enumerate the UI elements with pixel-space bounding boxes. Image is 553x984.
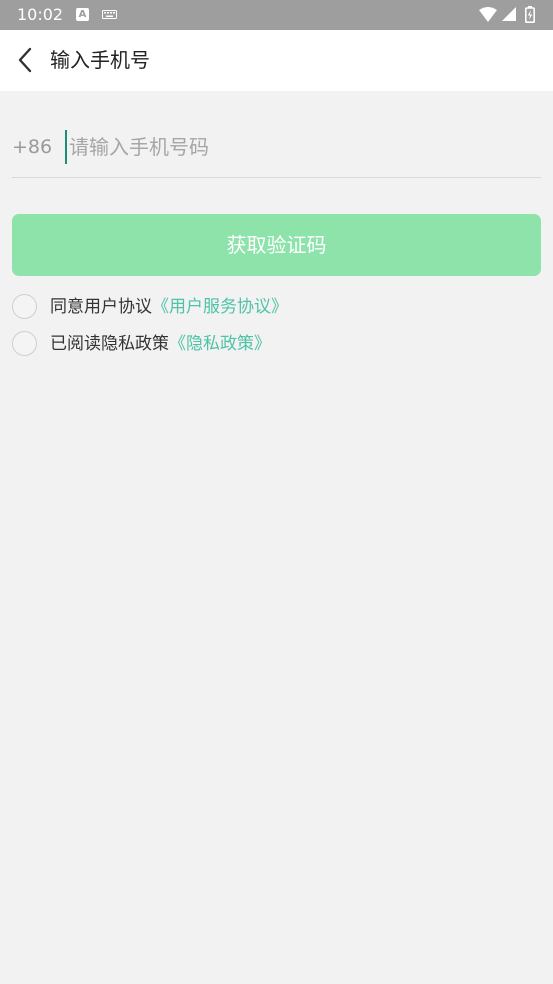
battery-icon [525, 6, 535, 23]
privacy-agreement-row: 已阅读隐私政策《隐私政策》 [12, 331, 542, 357]
signal-icon [502, 7, 516, 21]
terms-agreement-row: 同意用户协议《用户服务协议》 [12, 294, 542, 320]
app-bar: 输入手机号 [0, 30, 553, 91]
chevron-left-icon [18, 47, 32, 73]
get-code-button[interactable]: 获取验证码 [12, 214, 541, 276]
status-bar: 10:02 A [0, 0, 553, 30]
terms-agreement-text: 同意用户协议《用户服务协议》 [50, 295, 288, 319]
status-time: 10:02 [17, 5, 64, 24]
privacy-link[interactable]: 《隐私政策》 [169, 334, 271, 354]
country-code[interactable]: +86 [12, 134, 52, 160]
phone-field-row: +86 [12, 124, 541, 178]
privacy-checkbox[interactable] [12, 331, 37, 356]
privacy-agreement-text: 已阅读隐私政策《隐私政策》 [50, 332, 271, 356]
terms-link[interactable]: 《用户服务协议》 [152, 297, 288, 317]
privacy-label: 已阅读隐私政策 [50, 334, 169, 354]
wifi-icon [479, 7, 497, 22]
page-title: 输入手机号 [50, 48, 150, 72]
keyboard-icon [102, 10, 117, 19]
back-button[interactable] [10, 42, 46, 78]
terms-label: 同意用户协议 [50, 297, 152, 317]
terms-checkbox[interactable] [12, 294, 37, 319]
phone-input[interactable] [65, 130, 535, 164]
input-method-icon: A [76, 8, 89, 21]
